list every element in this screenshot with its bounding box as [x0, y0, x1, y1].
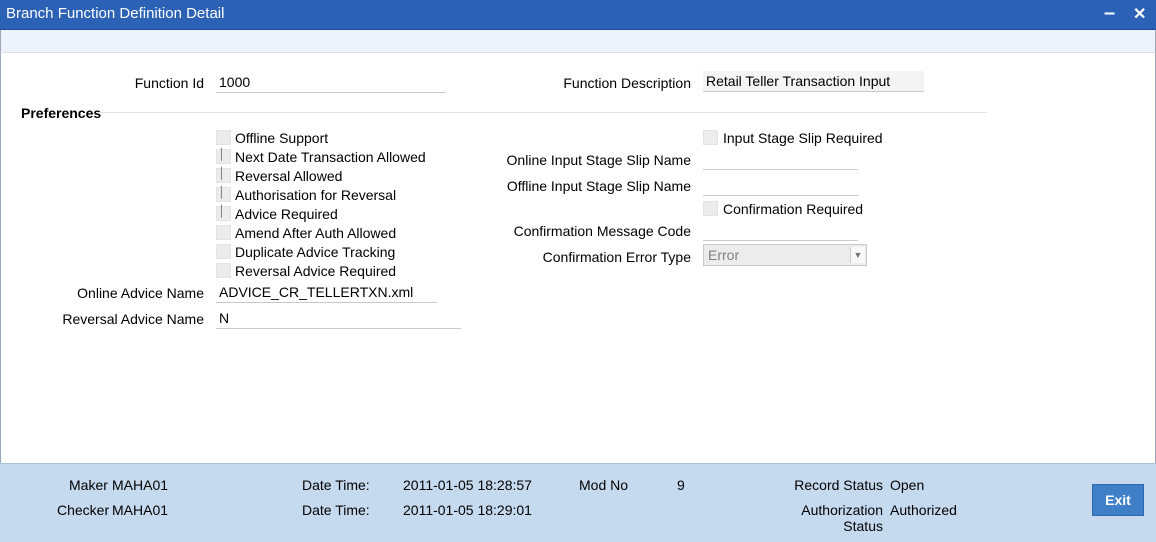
mod-no-label: Mod No: [579, 477, 629, 493]
checker-value: MAHA01: [112, 502, 169, 518]
input-stage-slip-label: Input Stage Slip Required: [723, 130, 883, 146]
authorization-status-label-2: Status: [843, 518, 883, 534]
close-icon[interactable]: ✕: [1133, 4, 1146, 24]
confirmation-required-label: Confirmation Required: [723, 201, 864, 217]
amend-after-auth-checkbox[interactable]: [216, 225, 231, 240]
online-slip-field[interactable]: [703, 149, 858, 170]
duplicate-advice-label: Duplicate Advice Tracking: [235, 244, 396, 260]
function-description-label: Function Description: [563, 75, 691, 91]
title-bar: Branch Function Definition Detail – ✕: [0, 0, 1156, 30]
confirmation-error-value: Error: [708, 247, 740, 263]
offline-slip-field[interactable]: [703, 175, 858, 196]
toolbar-strip: [0, 30, 1156, 53]
check-mark-icon: ⎢: [220, 149, 226, 161]
preferences-heading: Preferences: [21, 105, 102, 121]
authorization-status-value: Authorized: [890, 502, 957, 518]
reversal-advice-field[interactable]: N: [216, 308, 461, 329]
reversal-advice-required-checkbox[interactable]: [216, 263, 231, 278]
record-status-label: Record Status: [794, 477, 883, 493]
reversal-advice-label: Reversal Advice Name: [62, 311, 204, 327]
confirmation-error-label: Confirmation Error Type: [542, 249, 691, 265]
check-mark-icon: ⎢: [220, 187, 226, 199]
checker-date-time-label: Date Time:: [302, 502, 370, 518]
function-id-label: Function Id: [134, 75, 204, 91]
authorisation-reversal-checkbox[interactable]: ⎢: [216, 187, 231, 202]
offline-support-checkbox[interactable]: [216, 130, 231, 145]
maker-date-time-label: Date Time:: [302, 477, 370, 493]
confirmation-message-field[interactable]: [703, 220, 858, 241]
mod-no-value: 9: [677, 477, 685, 493]
exit-button[interactable]: Exit: [1092, 484, 1144, 516]
duplicate-advice-checkbox[interactable]: [216, 244, 231, 259]
maker-date-time-value: 2011-01-05 18:28:57: [403, 477, 532, 493]
online-advice-label: Online Advice Name: [77, 285, 204, 301]
function-description-field[interactable]: Retail Teller Transaction Input: [703, 71, 924, 92]
chevron-down-icon[interactable]: ▼: [850, 247, 865, 263]
reversal-advice-required-label: Reversal Advice Required: [235, 263, 397, 279]
check-mark-icon: ⎢: [220, 168, 226, 180]
record-status-value: Open: [890, 477, 925, 493]
offline-support-label: Offline Support: [235, 130, 329, 146]
advice-required-label: Advice Required: [235, 206, 338, 222]
window-title: Branch Function Definition Detail: [6, 5, 225, 22]
reversal-allowed-checkbox[interactable]: ⎢: [216, 168, 231, 183]
maker-value: MAHA01: [112, 477, 169, 493]
preferences-divider: [97, 112, 987, 113]
reversal-allowed-label: Reversal Allowed: [235, 168, 343, 184]
audit-footer: Maker MAHA01 Checker MAHA01 Date Time: 2…: [0, 463, 1156, 542]
offline-slip-label: Offline Input Stage Slip Name: [506, 178, 691, 194]
check-mark-icon: ⎢: [220, 206, 226, 218]
next-date-transaction-label: Next Date Transaction Allowed: [235, 149, 426, 165]
input-stage-slip-checkbox[interactable]: [703, 130, 718, 145]
amend-after-auth-label: Amend After Auth Allowed: [235, 225, 397, 241]
checker-label: Checker: [57, 502, 110, 518]
authorization-status-label: Authorization: [801, 502, 883, 518]
maker-label: Maker: [69, 477, 108, 493]
function-id-field[interactable]: 1000: [216, 72, 446, 93]
checker-date-time-value: 2011-01-05 18:29:01: [403, 502, 532, 518]
authorisation-reversal-label: Authorisation for Reversal: [235, 187, 397, 203]
online-slip-label: Online Input Stage Slip Name: [506, 152, 691, 168]
advice-required-checkbox[interactable]: ⎢: [216, 206, 231, 221]
confirmation-error-select[interactable]: Error ▼: [703, 244, 867, 266]
confirmation-message-label: Confirmation Message Code: [513, 223, 691, 239]
minimize-icon[interactable]: –: [1104, 2, 1115, 25]
next-date-transaction-checkbox[interactable]: ⎢: [216, 149, 231, 164]
confirmation-required-checkbox[interactable]: [703, 201, 718, 216]
online-advice-field[interactable]: ADVICE_CR_TELLERTXN.xml: [216, 282, 437, 303]
